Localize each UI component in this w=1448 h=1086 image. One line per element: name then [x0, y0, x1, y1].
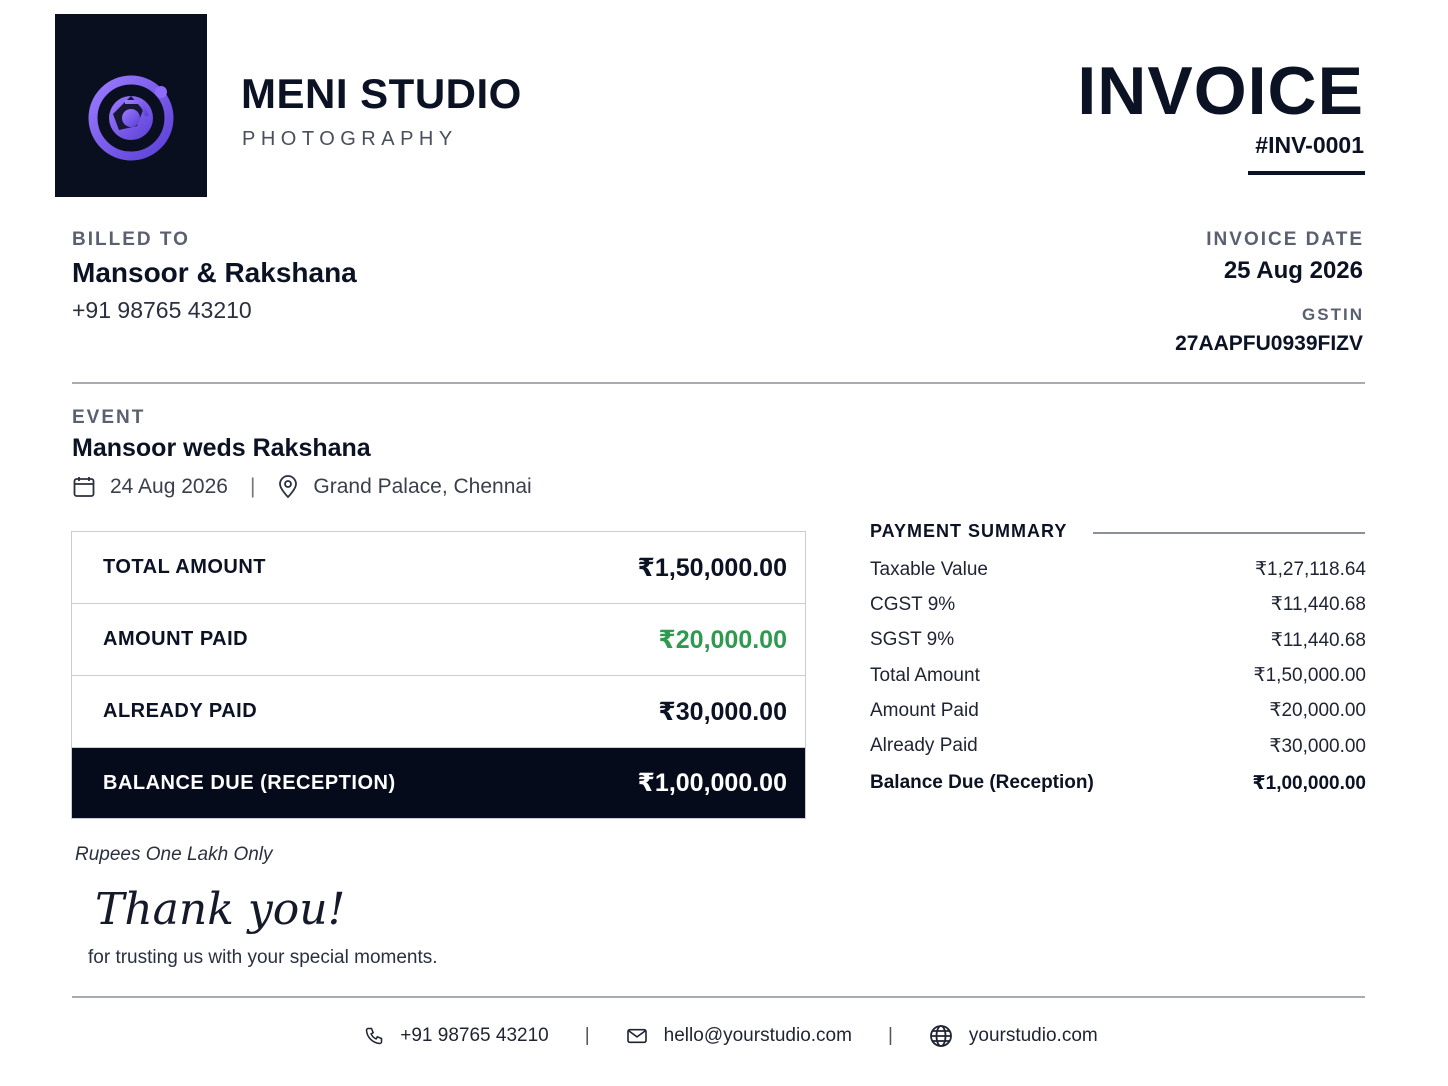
phone-icon — [366, 1027, 383, 1045]
footer-phone[interactable]: +91 98765 43210 — [364, 1025, 549, 1047]
billed-to-label: BILLED TO — [72, 229, 190, 250]
summary-row-total: Balance Due (Reception) ₹1,00,000.00 — [870, 766, 1366, 801]
invoice-number: #INV-0001 — [1255, 132, 1364, 158]
event-label: EVENT — [72, 407, 146, 428]
summary-row-label: Total Amount — [870, 664, 980, 686]
footer-email[interactable]: hello@yourstudio.com — [626, 1025, 852, 1047]
logo — [55, 14, 207, 197]
amount-row-value: ₹1,00,000.00 — [637, 769, 787, 797]
camera-aperture-icon — [88, 75, 174, 161]
summary-row-label: Taxable Value — [870, 558, 988, 580]
footer-separator: | — [887, 1025, 893, 1046]
location-pin-icon — [279, 475, 298, 499]
invoice-number-underline — [1248, 171, 1365, 175]
calendar-icon — [73, 477, 95, 497]
invoice-date-label: INVOICE DATE — [1206, 229, 1364, 250]
invoice-title: INVOICE — [1077, 53, 1364, 129]
header-divider — [72, 382, 1365, 384]
amount-row-total: TOTAL AMOUNT ₹1,50,000.00 — [72, 532, 805, 604]
footer-divider — [72, 996, 1365, 998]
brand-tagline: PHOTOGRAPHY — [242, 128, 458, 150]
summary-row-label: SGST 9% — [870, 629, 955, 651]
summary-row-label: Balance Due (Reception) — [870, 772, 1094, 794]
mail-icon — [626, 1028, 647, 1044]
summary-row-value: ₹1,00,000.00 — [1252, 772, 1366, 794]
amount-row-balance-due: BALANCE DUE (RECEPTION) ₹1,00,000.00 — [72, 748, 805, 818]
summary-row: Total Amount ₹1,50,000.00 — [870, 658, 1366, 693]
amount-table: TOTAL AMOUNT ₹1,50,000.00 AMOUNT PAID ₹2… — [71, 531, 806, 819]
summary-row-value: ₹1,27,118.64 — [1254, 559, 1366, 581]
thank-you-message: for trusting us with your special moment… — [88, 947, 438, 968]
payment-summary-title: PAYMENT SUMMARY — [870, 521, 1068, 541]
footer-email-text: hello@yourstudio.com — [663, 1025, 852, 1046]
event-meta-separator: | — [249, 475, 256, 498]
summary-row: CGST 9% ₹11,440.68 — [870, 587, 1366, 622]
footer-website[interactable]: yourstudio.com — [929, 1024, 1098, 1048]
amount-row-paid: AMOUNT PAID ₹20,000.00 — [72, 604, 805, 676]
summary-row-label: Amount Paid — [870, 699, 979, 721]
event-name: Mansoor weds Rakshana — [72, 434, 371, 462]
summary-row-value: ₹20,000.00 — [1269, 700, 1366, 722]
summary-row-value: ₹11,440.68 — [1270, 594, 1366, 616]
event-date: 24 Aug 2026 — [110, 475, 228, 498]
amount-row-value: ₹20,000.00 — [658, 625, 787, 654]
amount-row-label: TOTAL AMOUNT — [103, 556, 267, 578]
payment-summary: Taxable Value ₹1,27,118.64 CGST 9% ₹11,4… — [870, 552, 1366, 801]
gstin-label: GSTIN — [1302, 305, 1364, 324]
amount-row-label: ALREADY PAID — [103, 700, 258, 722]
billed-to-phone: +91 98765 43210 — [72, 297, 252, 323]
summary-row: Amount Paid ₹20,000.00 — [870, 693, 1366, 728]
summary-row-value: ₹30,000.00 — [1269, 735, 1366, 757]
globe-icon — [929, 1025, 952, 1047]
footer-phone-text: +91 98765 43210 — [400, 1025, 549, 1046]
amount-row-already-paid: ALREADY PAID ₹30,000.00 — [72, 676, 805, 748]
event-venue: Grand Palace, Chennai — [313, 475, 532, 498]
amount-row-value: ₹30,000.00 — [658, 697, 787, 726]
payment-summary-rule — [1093, 532, 1365, 534]
amount-in-words: Rupees One Lakh Only — [75, 844, 273, 865]
summary-row: SGST 9% ₹11,440.68 — [870, 623, 1366, 658]
footer-separator: | — [584, 1025, 590, 1046]
brand-name: MENI STUDIO — [241, 70, 522, 117]
footer-website-text: yourstudio.com — [968, 1025, 1098, 1046]
summary-row-value: ₹1,50,000.00 — [1253, 665, 1366, 687]
thank-you-script: Thank you! — [95, 884, 346, 935]
event-meta: 24 Aug 2026 | Grand Palace, Chennai — [72, 472, 532, 502]
summary-row: Taxable Value ₹1,27,118.64 — [870, 552, 1366, 587]
footer-contacts: +91 98765 43210 | hello@yourstudio.com |… — [0, 1018, 1448, 1054]
gstin-value: 27AAPFU0939FIZV — [1175, 332, 1363, 355]
summary-row-label: CGST 9% — [870, 593, 956, 615]
billed-to-name: Mansoor & Rakshana — [72, 257, 357, 288]
amount-row-label: AMOUNT PAID — [103, 628, 249, 650]
summary-row: Already Paid ₹30,000.00 — [870, 728, 1366, 763]
amount-row-label: BALANCE DUE (RECEPTION) — [103, 771, 396, 794]
summary-row-value: ₹11,440.68 — [1270, 629, 1366, 651]
amount-row-value: ₹1,50,000.00 — [637, 553, 787, 582]
invoice-date: 25 Aug 2026 — [1223, 257, 1363, 284]
summary-row-label: Already Paid — [870, 735, 978, 757]
